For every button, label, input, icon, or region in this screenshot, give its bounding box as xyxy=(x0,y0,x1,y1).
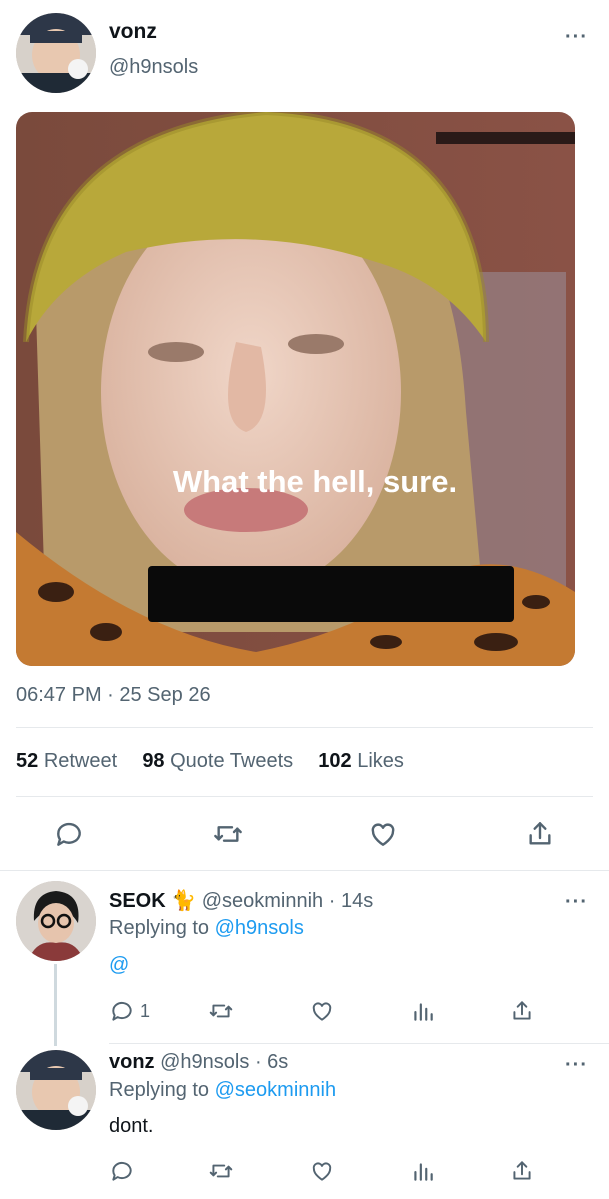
selfie-photo xyxy=(16,112,575,666)
reply-handle[interactable]: @h9nsols xyxy=(160,1051,249,1073)
retweet-label: Retweet xyxy=(43,750,118,772)
like-icon[interactable] xyxy=(309,998,335,1024)
more-icon[interactable]: ··· xyxy=(565,892,588,912)
section-divider xyxy=(0,870,609,871)
tweet-stats: 52 Retweet 98 Quote Tweets 102 Likes xyxy=(16,750,404,773)
like-count: 102 xyxy=(318,750,352,772)
media-caption: What the hell, sure. xyxy=(172,464,458,499)
tweet-media-image[interactable] xyxy=(16,112,575,666)
thread-line xyxy=(54,964,57,1046)
reply-display-name[interactable]: vonz xyxy=(109,1051,155,1073)
reply-count: 1 xyxy=(140,1001,151,1021)
share-icon[interactable] xyxy=(509,998,535,1024)
like-stat[interactable]: 102 Likes xyxy=(318,750,404,772)
more-icon[interactable]: ··· xyxy=(565,27,588,47)
replying-prefix: Replying to xyxy=(109,917,210,939)
row-divider xyxy=(109,1043,609,1044)
retweet-icon[interactable] xyxy=(208,1158,234,1184)
reply-time[interactable]: · 6s xyxy=(255,1051,288,1073)
retweet-icon[interactable] xyxy=(212,818,244,850)
reply-time[interactable]: · 14s xyxy=(329,890,373,912)
reply-handle[interactable]: @seokminnih xyxy=(202,890,323,912)
quote-stat[interactable]: 98 Quote Tweets xyxy=(142,750,298,772)
author-display-name[interactable]: vonz xyxy=(109,20,157,44)
like-icon[interactable] xyxy=(309,1158,335,1184)
replying-to: Replying to @h9nsols xyxy=(109,917,304,940)
reply-header: SEOK 🐈 @seokminnih · 14s xyxy=(109,888,373,913)
reply-icon[interactable] xyxy=(53,818,85,850)
replying-to-link[interactable]: @h9nsols xyxy=(215,917,304,939)
replying-to-link[interactable]: @seokminnih xyxy=(215,1079,336,1101)
reply-header: vonz @h9nsols · 6s xyxy=(109,1051,288,1074)
reply-text: dont. xyxy=(109,1115,154,1137)
more-icon[interactable]: ··· xyxy=(565,1055,588,1075)
like-label: Likes xyxy=(357,750,404,772)
quote-label: Quote Tweets xyxy=(170,750,294,772)
reply-avatar[interactable] xyxy=(16,1050,96,1130)
author-avatar[interactable] xyxy=(16,13,96,93)
reply-display-name[interactable]: SEOK 🐈 xyxy=(109,890,196,912)
quote-count: 98 xyxy=(142,750,165,772)
reply-icon[interactable] xyxy=(109,1158,135,1184)
reply-text[interactable]: @ xyxy=(109,954,129,977)
share-icon[interactable] xyxy=(524,818,556,850)
divider xyxy=(16,796,593,797)
analytics-icon[interactable] xyxy=(410,1158,436,1184)
reply-icon[interactable] xyxy=(109,998,135,1024)
like-icon[interactable] xyxy=(367,818,399,850)
divider xyxy=(16,727,593,728)
replying-prefix: Replying to xyxy=(109,1079,210,1101)
retweet-icon[interactable] xyxy=(208,998,234,1024)
author-handle[interactable]: @h9nsols xyxy=(109,56,198,79)
replying-to: Replying to @seokminnih xyxy=(109,1079,336,1102)
reply-avatar[interactable] xyxy=(16,881,96,961)
tweet-timestamp[interactable]: 06:47 PM · 25 Sep 26 xyxy=(16,684,211,707)
analytics-icon[interactable] xyxy=(410,998,436,1024)
retweet-count: 52 xyxy=(16,750,39,772)
share-icon[interactable] xyxy=(509,1158,535,1184)
retweet-stat[interactable]: 52 Retweet xyxy=(16,750,123,772)
